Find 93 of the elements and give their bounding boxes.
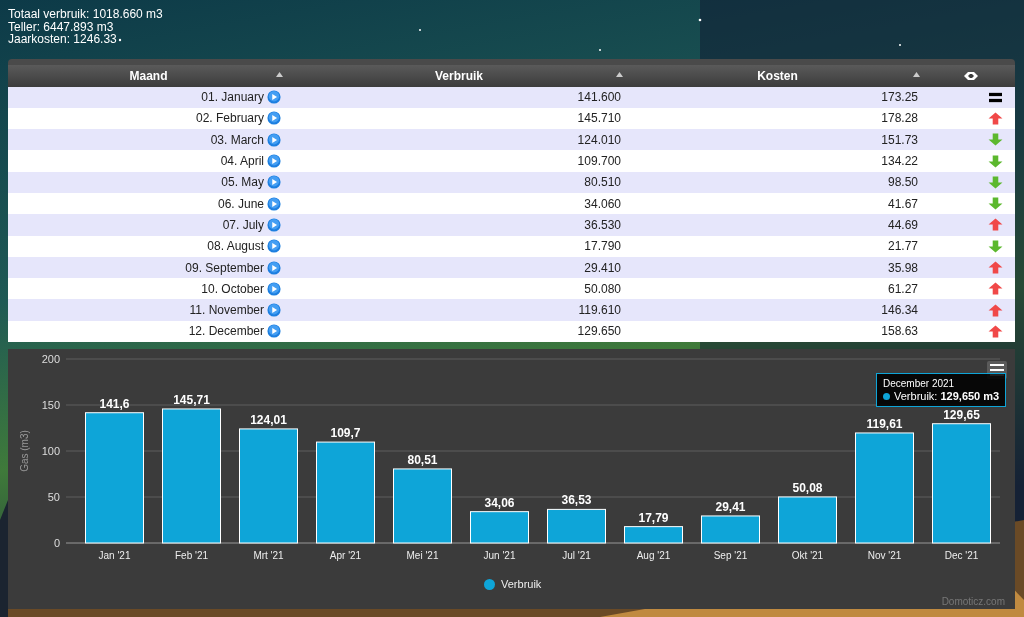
series-dot — [883, 393, 890, 401]
usage-cell: 29.410 — [289, 256, 629, 279]
value-label: 119,61 — [866, 417, 903, 431]
value-label: 50,08 — [792, 481, 823, 495]
y-tick-label: 100 — [41, 445, 60, 458]
x-tick-label: Jul '21 — [562, 550, 591, 562]
cost-cell: 151.73 — [629, 129, 926, 151]
value-label: 129,65 — [943, 407, 980, 422]
cost-cell: 134.22 — [629, 150, 926, 172]
value-label: 124,01 — [250, 412, 287, 427]
x-tick-label: Feb '21 — [175, 550, 208, 562]
cost-cell: 41.67 — [629, 193, 926, 215]
usage-cell: 50.080 — [289, 278, 629, 300]
month-cell: 01. January — [201, 90, 264, 105]
play-icon[interactable] — [267, 111, 281, 126]
play-icon[interactable] — [267, 324, 281, 339]
y-tick-label: 200 — [41, 353, 60, 366]
play-icon[interactable] — [267, 281, 281, 296]
play-icon[interactable] — [267, 260, 281, 275]
cost-cell: 146.34 — [629, 299, 926, 321]
usage-cell: 124.010 — [289, 129, 629, 151]
play-icon[interactable] — [267, 90, 281, 105]
value-label: 34,06 — [484, 495, 515, 510]
usage-cell: 109.700 — [289, 150, 629, 172]
cost-cell: 61.27 — [629, 278, 926, 300]
x-tick-label: Aug '21 — [636, 550, 671, 562]
x-tick-label: Mei '21 — [406, 550, 439, 562]
play-icon[interactable] — [267, 239, 281, 254]
y-tick-label: 150 — [41, 399, 60, 412]
y-tick-label: 0 — [53, 537, 60, 550]
usage-cell: 34.060 — [289, 193, 629, 215]
x-tick-label: Nov '21 — [867, 550, 902, 562]
x-tick-label: Mrt '21 — [253, 550, 284, 562]
value-label: 36,53 — [561, 493, 592, 508]
month-cell: 10. October — [201, 281, 264, 296]
tooltip-title: December 2021 — [883, 377, 956, 391]
usage-cell: 36.530 — [289, 214, 629, 236]
cost-cell: 98.50 — [629, 171, 926, 193]
cost-cell: 178.28 — [629, 107, 926, 130]
play-icon[interactable] — [267, 303, 281, 318]
x-tick-label: Jun '21 — [483, 550, 516, 562]
value-label: 145,71 — [173, 393, 210, 407]
play-icon[interactable] — [267, 132, 281, 147]
cost-cell: 35.98 — [629, 256, 926, 279]
play-icon[interactable] — [267, 196, 281, 211]
play-icon[interactable] — [267, 175, 281, 190]
bar[interactable] — [547, 508, 606, 544]
sort-icon[interactable] — [963, 71, 978, 80]
legend-label[interactable]: Verbruik — [501, 578, 542, 591]
usage-cell: 80.510 — [289, 171, 629, 193]
month-cell: 06. June — [217, 196, 264, 211]
month-cell: 09. September — [185, 260, 264, 275]
x-tick-label: Jan '21 — [98, 550, 131, 562]
month-cell: 05. May — [221, 175, 264, 190]
value-label: 17,79 — [638, 510, 669, 525]
play-icon[interactable] — [267, 154, 281, 169]
summary-text: Jaarkosten: 1246.33 — [8, 33, 118, 46]
month-cell: 08. August — [207, 239, 264, 254]
usage-cell: 129.650 — [289, 320, 629, 343]
month-cell: 07. July — [222, 217, 264, 232]
play-icon[interactable] — [267, 217, 281, 232]
month-cell: 03. March — [210, 132, 264, 147]
sort-icon — [616, 71, 623, 77]
value-label: 29,41 — [715, 500, 746, 514]
usage-cell: 17.790 — [289, 235, 629, 257]
x-tick-label: Dec '21 — [944, 550, 979, 562]
value-label: 80,51 — [407, 453, 438, 467]
usage-cell: 141.600 — [289, 86, 629, 108]
y-axis-title: Gas (m3) — [19, 430, 30, 472]
month-cell: 02. February — [195, 111, 264, 126]
x-tick-label: Apr '21 — [329, 550, 362, 562]
x-tick-label: Sep '21 — [713, 550, 748, 562]
cost-cell: 21.77 — [629, 235, 926, 257]
sort-icon — [276, 71, 283, 77]
column-header[interactable]: Kosten — [629, 64, 926, 87]
cost-cell: 173.25 — [629, 86, 926, 108]
month-cell: 04. April — [220, 154, 264, 169]
value-label: 141,6 — [99, 396, 130, 411]
column-header[interactable]: Maand — [8, 64, 289, 87]
usage-cell: 119.610 — [289, 299, 629, 321]
cost-cell: 158.63 — [629, 320, 926, 343]
tooltip-text: Verbruik: 129,650 m3 — [894, 390, 1000, 404]
summary-text: Teller: 6447.893 m3 — [8, 20, 115, 33]
summary-text: Totaal verbruik: 1018.660 m3 — [8, 8, 164, 21]
value-label: 109,7 — [330, 426, 361, 441]
month-cell: 11. November — [189, 303, 264, 318]
y-tick-label: 50 — [47, 491, 60, 504]
cost-cell: 44.69 — [629, 214, 926, 236]
usage-cell: 145.710 — [289, 107, 629, 130]
x-tick-label: Okt '21 — [791, 550, 824, 562]
sort-icon — [913, 71, 920, 77]
month-cell: 12. December — [188, 324, 264, 339]
column-header[interactable]: Verbruik — [289, 64, 629, 87]
